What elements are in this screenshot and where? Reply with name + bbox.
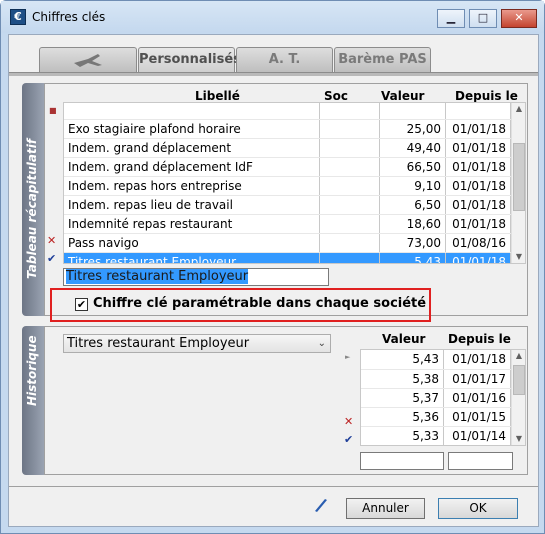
summary-side-label: Tableau récapitulatif (25, 138, 39, 279)
euro-app-icon: € (10, 9, 26, 25)
table-row[interactable]: Pass navigo 73,00 01/08/16 (64, 233, 512, 253)
window-title: Chiffres clés (32, 10, 106, 24)
ok-button[interactable]: OK (438, 498, 518, 519)
chevron-down-icon: ⌄ (317, 338, 326, 349)
delete-icon[interactable]: ✕ (47, 234, 56, 247)
col-libelle: Libellé (195, 89, 240, 103)
table-row[interactable] (64, 103, 512, 120)
history-row[interactable]: 5,33 01/01/14 (361, 426, 511, 445)
history-col-depuis: Depuis le (448, 332, 511, 346)
history-row[interactable]: 5,37 01/01/16 (361, 388, 511, 408)
title-bar: € Chiffres clés ▁ □ ✕ (1, 1, 544, 33)
minimize-icon[interactable]: ▁ (437, 9, 465, 28)
history-validate-icon[interactable]: ✔ (344, 433, 353, 446)
history-scroll-thumb[interactable] (513, 365, 525, 395)
chiffre-select[interactable]: Titres restaurant Employeur ⌄ (63, 334, 331, 353)
row-arrow-icon: ► (345, 353, 351, 361)
scroll-down-icon[interactable]: ▼ (512, 251, 525, 263)
history-scroll-down-icon[interactable]: ▼ (512, 433, 525, 445)
summary-grid[interactable]: Exo stagiaire plafond horaire 25,00 01/01/… (63, 102, 526, 264)
table-row-selected[interactable]: Titres restaurant Employeur 5,43 01/01/18 (64, 252, 512, 263)
footer-divider (9, 486, 538, 487)
pen-icon[interactable] (313, 497, 329, 513)
history-scrollbar[interactable]: ▲ ▼ (511, 350, 525, 445)
checkbox-label: Chiffre clé paramétrable dans chaque soc… (93, 296, 427, 311)
tab-bareme-pas[interactable]: Barème PAS (334, 47, 431, 73)
societe-checkbox[interactable]: ✔ (75, 298, 88, 311)
table-row[interactable]: Indem. repas hors entreprise 9,10 01/01/18 (64, 176, 512, 196)
dialog-content: Personnalisés A. T. Barème PAS Tableau r… (8, 34, 539, 527)
table-row[interactable]: Indem. repas lieu de travail 6,50 01/01/18 (64, 195, 512, 215)
tab-strip (9, 72, 538, 76)
table-row[interactable]: Indemnité repas restaurant 18,60 01/01/18 (64, 214, 512, 234)
scroll-thumb[interactable] (513, 143, 525, 211)
scroll-up-icon[interactable]: ▲ (512, 103, 525, 115)
tab-personnalises[interactable]: Personnalisés (138, 47, 241, 73)
table-row[interactable]: Indem. grand déplacement IdF 66,50 01/01/1… (64, 157, 512, 177)
history-panel: Titres restaurant Employeur ⌄ Valeur Dep… (44, 326, 528, 475)
table-row[interactable]: Indem. grand déplacement 49,40 01/01/18 (64, 138, 512, 158)
history-row[interactable]: 5,38 01/01/17 (361, 369, 511, 389)
col-depuis: Depuis le (455, 89, 518, 103)
cancel-button[interactable]: Annuler (346, 498, 425, 519)
col-valeur: Valeur (381, 89, 425, 103)
history-date-input[interactable] (448, 452, 513, 470)
close-icon[interactable]: ✕ (501, 9, 537, 28)
history-scroll-up-icon[interactable]: ▲ (512, 350, 525, 362)
tab-at[interactable]: A. T. (236, 47, 333, 73)
plane-icon (74, 54, 102, 67)
libelle-input[interactable]: Titres restaurant Employeur (63, 268, 329, 286)
row-marker-icon: ■ (49, 106, 57, 115)
maximize-icon[interactable]: □ (469, 9, 497, 28)
history-row[interactable]: 5,43 01/01/18 (361, 350, 511, 370)
history-valeur-input[interactable] (360, 452, 444, 470)
table-row[interactable]: Exo stagiaire plafond horaire 25,00 01/01/… (64, 119, 512, 139)
history-col-valeur: Valeur (382, 332, 426, 346)
history-row[interactable]: 5,36 01/01/15 (361, 407, 511, 427)
summary-panel: Libellé Soc Valeur Depuis le ■ ✕ ✔ Exo s… (44, 83, 528, 322)
history-delete-icon[interactable]: ✕ (344, 415, 353, 428)
dialog-window: € Chiffres clés ▁ □ ✕ Personnalisés A. T… (0, 0, 545, 534)
summary-sidebar: Tableau récapitulatif (22, 83, 44, 316)
history-side-label: Historique (25, 335, 39, 406)
col-soc: Soc (324, 89, 348, 103)
validate-icon[interactable]: ✔ (47, 252, 56, 265)
history-sidebar: Historique (22, 326, 44, 475)
tab-general[interactable] (39, 47, 137, 73)
summary-scrollbar[interactable]: ▲ ▼ (511, 103, 525, 263)
history-grid[interactable]: 5,43 01/01/18 5,38 01/01/17 5,37 01/01/16 5… (360, 349, 526, 446)
